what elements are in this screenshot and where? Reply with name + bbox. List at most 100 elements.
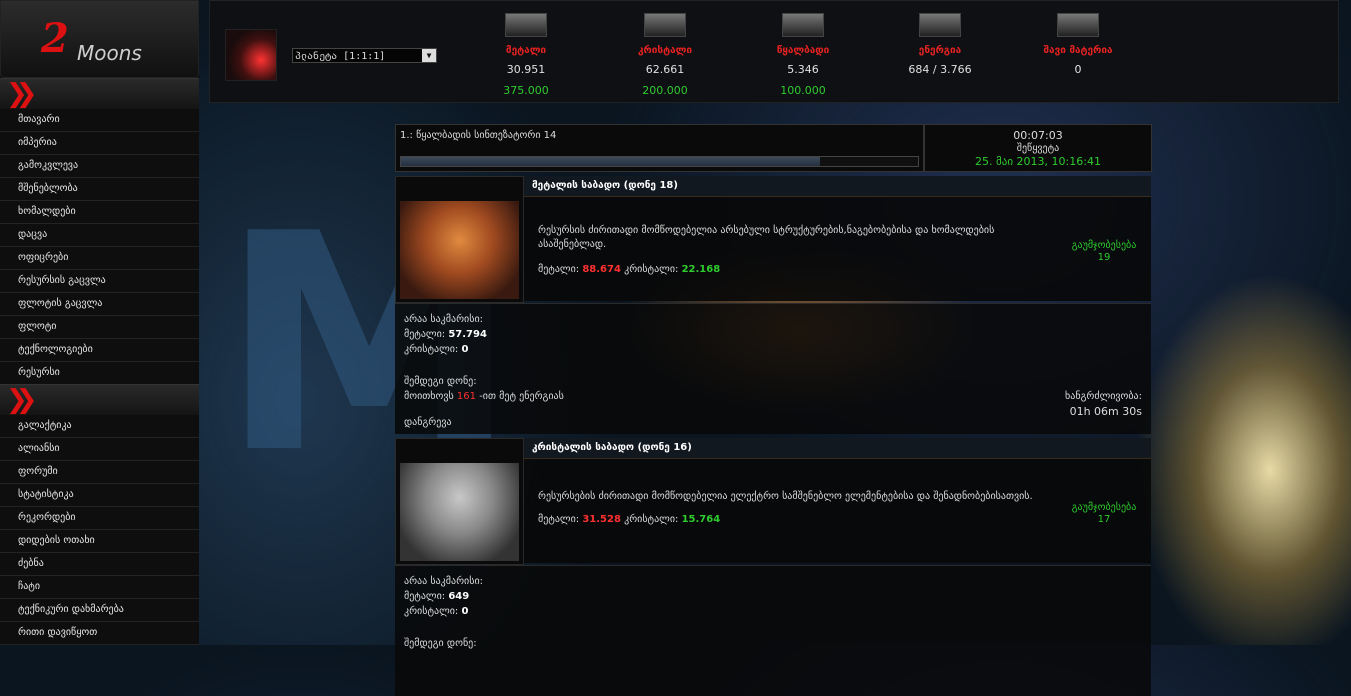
sidebar-item[interactable]: რესურსი bbox=[0, 362, 199, 385]
logo[interactable]: 2 Moons bbox=[0, 0, 199, 78]
missing-metal-label: მეტალი: bbox=[404, 329, 446, 340]
building-name[interactable]: მეტალის საბადო (დონე 18) bbox=[532, 180, 678, 191]
next-level-info: შემდეგი დონე: მოითხოვს 161 -ით მეტ ენერგ… bbox=[404, 374, 564, 404]
sidebar-item[interactable]: ფორუმი bbox=[0, 461, 199, 484]
resource-energy: ენერგია 684 / 3.766 bbox=[880, 13, 1000, 76]
missing-crystal-label: კრისტალი: bbox=[404, 344, 459, 355]
sidebar-item[interactable]: ოფიცრები bbox=[0, 247, 199, 270]
dropdown-arrow-icon: ▼ bbox=[422, 49, 436, 62]
sidebar-item[interactable]: სტატისტიკა bbox=[0, 484, 199, 507]
upgrade-label: გაუმჯობესება bbox=[1071, 502, 1137, 513]
sidebar-item[interactable]: გალაქტიკა bbox=[0, 415, 199, 438]
demolish-link[interactable]: დანგრევა bbox=[404, 417, 452, 428]
next-energy-value: 161 bbox=[456, 391, 476, 402]
resource-header: პლანეტა [1:1:1] ▼ მეტალი 30.951 375.000 … bbox=[209, 0, 1339, 103]
sidebar-item[interactable]: იმპერია bbox=[0, 132, 199, 155]
next-level-label: შემდეგი დონე: bbox=[404, 376, 477, 387]
sidebar-item[interactable]: დიდების ოთახი bbox=[0, 530, 199, 553]
sidebar-item[interactable]: ჩატი bbox=[0, 576, 199, 599]
cost-crystal-label: კრისტალი: bbox=[624, 264, 679, 275]
resource-name: კრისტალი bbox=[637, 45, 693, 56]
cost-metal-value: 88.674 bbox=[582, 264, 621, 275]
sidebar-item[interactable]: ტექნოლოგიები bbox=[0, 339, 199, 362]
resource-name: მეტალი bbox=[505, 45, 547, 56]
planet-image[interactable] bbox=[225, 29, 277, 81]
resource-crystal: კრისტალი 62.661 200.000 bbox=[605, 13, 725, 97]
sidebar-item[interactable]: ფლოტის გაცვლა bbox=[0, 293, 199, 316]
upgrade-label: გაუმჯობესება bbox=[1071, 240, 1137, 251]
missing-resources: არაა საკმარისი: მეტალი: 649 კრისტალი: 0 bbox=[404, 574, 483, 619]
resource-metal: მეტალი 30.951 375.000 bbox=[466, 13, 586, 97]
logo-text: Moons bbox=[77, 41, 142, 65]
resource-value: 0 bbox=[1074, 63, 1082, 76]
double-chevron-icon: ❯❯ bbox=[6, 79, 37, 109]
sidebar-item[interactable]: ძებნა bbox=[0, 553, 199, 576]
queue-status: 00:07:03 შეწყვეტა 25. მაი 2013, 10:16:41 bbox=[924, 124, 1152, 172]
sidebar-item[interactable]: მშენებლობა bbox=[0, 178, 199, 201]
sidebar-item[interactable]: მთავარი bbox=[0, 109, 199, 132]
logo-number: 2 bbox=[41, 15, 69, 62]
sidebar-item[interactable]: რეკორდები bbox=[0, 507, 199, 530]
missing-crystal-label: კრისტალი: bbox=[404, 606, 459, 617]
sidebar-item[interactable]: რითი დავიწყოთ bbox=[0, 622, 199, 645]
resource-dark-matter: შავი მატერია 0 bbox=[1018, 13, 1138, 76]
missing-label: არაა საკმარისი: bbox=[404, 576, 483, 587]
planet-select[interactable]: პლანეტა [1:1:1] ▼ bbox=[292, 48, 437, 63]
sidebar-item[interactable]: დაცვა bbox=[0, 224, 199, 247]
queue-finish-date: 25. მაი 2013, 10:16:41 bbox=[975, 155, 1101, 168]
building-description: რესურსის ძირითადი მომწოდებელია არსებული … bbox=[538, 225, 995, 250]
planet-select-value: პლანეტა [1:1:1] bbox=[295, 51, 386, 62]
main-menu: მთავარი იმპერია გამოკვლევა მშენებლობა ხომალდ… bbox=[0, 109, 199, 385]
resource-value: 5.346 bbox=[787, 63, 819, 76]
upgrade-level: 17 bbox=[1097, 514, 1111, 525]
building-cost: მეტალი: 31.528 კრისტალი: 15.764 bbox=[538, 514, 720, 525]
community-menu: გალაქტიკა ალიანსი ფორუმი სტატისტიკა რეკორდებ… bbox=[0, 415, 199, 645]
sidebar-item[interactable]: ფლოტი bbox=[0, 316, 199, 339]
queue-progress-fill bbox=[401, 157, 820, 166]
duration-label: ხანგრძლივობა: bbox=[1065, 391, 1142, 402]
building-header: კრისტალის საბადო (დონე 16) bbox=[524, 438, 1151, 459]
cost-metal-value: 31.528 bbox=[582, 514, 621, 525]
double-chevron-icon: ❯❯ bbox=[6, 385, 37, 415]
resource-production: 375.000 bbox=[503, 84, 549, 97]
building-name[interactable]: კრისტალის საბადო (დონე 16) bbox=[532, 442, 692, 453]
resource-name: წყალბადი bbox=[776, 45, 830, 56]
sidebar: 2 Moons ❯❯ მთავარი იმპერია გამოკვლევა მშენე… bbox=[0, 0, 199, 645]
missing-label: არაა საკმარისი: bbox=[404, 314, 483, 325]
building-image[interactable] bbox=[395, 438, 524, 565]
missing-resources: არაა საკმარისი: მეტალი: 57.794 კრისტალი:… bbox=[404, 312, 487, 357]
resource-production: 100.000 bbox=[780, 84, 826, 97]
menu-section-header: ❯❯ bbox=[0, 384, 199, 415]
metal-mine-picture bbox=[400, 201, 519, 299]
resource-value: 30.951 bbox=[506, 63, 546, 76]
queue-cancel-link[interactable]: შეწყვეტა bbox=[925, 143, 1151, 154]
sidebar-item[interactable]: რესურსის გაცვლა bbox=[0, 270, 199, 293]
sidebar-item[interactable]: ტექნიკური დახმარება bbox=[0, 599, 199, 622]
build-duration: ხანგრძლივობა: 01h 06m 30s bbox=[1065, 389, 1142, 419]
next-level-label: შემდეგი დონე: bbox=[404, 638, 477, 649]
dark-matter-icon bbox=[1057, 13, 1099, 37]
build-queue: 1.: წყალბადის სინთეზატორი 14 00:07:03 შე… bbox=[395, 124, 1152, 172]
resource-name: შავი მატერია bbox=[1043, 45, 1113, 56]
resource-name: ენერგია bbox=[918, 45, 962, 56]
resource-value: 62.661 bbox=[645, 63, 685, 76]
sidebar-item[interactable]: ხომალდები bbox=[0, 201, 199, 224]
queue-item: 1.: წყალბადის სინთეზატორი 14 bbox=[395, 124, 924, 172]
missing-crystal-value: 0 bbox=[461, 606, 469, 617]
cost-metal-label: მეტალი: bbox=[538, 264, 580, 275]
upgrade-button[interactable]: გაუმჯობესება 19 bbox=[1064, 240, 1144, 264]
duration-value: 01h 06m 30s bbox=[1069, 405, 1142, 418]
queue-time-left: 00:07:03 bbox=[1013, 129, 1063, 142]
missing-metal-label: მეტალი: bbox=[404, 591, 446, 602]
building-image[interactable] bbox=[395, 176, 524, 303]
building-header: მეტალის საბადო (დონე 18) bbox=[524, 176, 1151, 197]
building-cost: მეტალი: 88.674 კრისტალი: 22.168 bbox=[538, 264, 720, 275]
resource-value: 684 / 3.766 bbox=[908, 63, 972, 76]
crystal-icon bbox=[644, 13, 686, 37]
upgrade-button[interactable]: გაუმჯობესება 17 bbox=[1064, 502, 1144, 526]
sidebar-item[interactable]: ალიანსი bbox=[0, 438, 199, 461]
cost-crystal-value: 22.168 bbox=[681, 264, 721, 275]
resource-deuterium: წყალბადი 5.346 100.000 bbox=[743, 13, 863, 97]
sidebar-item[interactable]: გამოკვლევა bbox=[0, 155, 199, 178]
missing-metal-value: 57.794 bbox=[448, 329, 487, 340]
